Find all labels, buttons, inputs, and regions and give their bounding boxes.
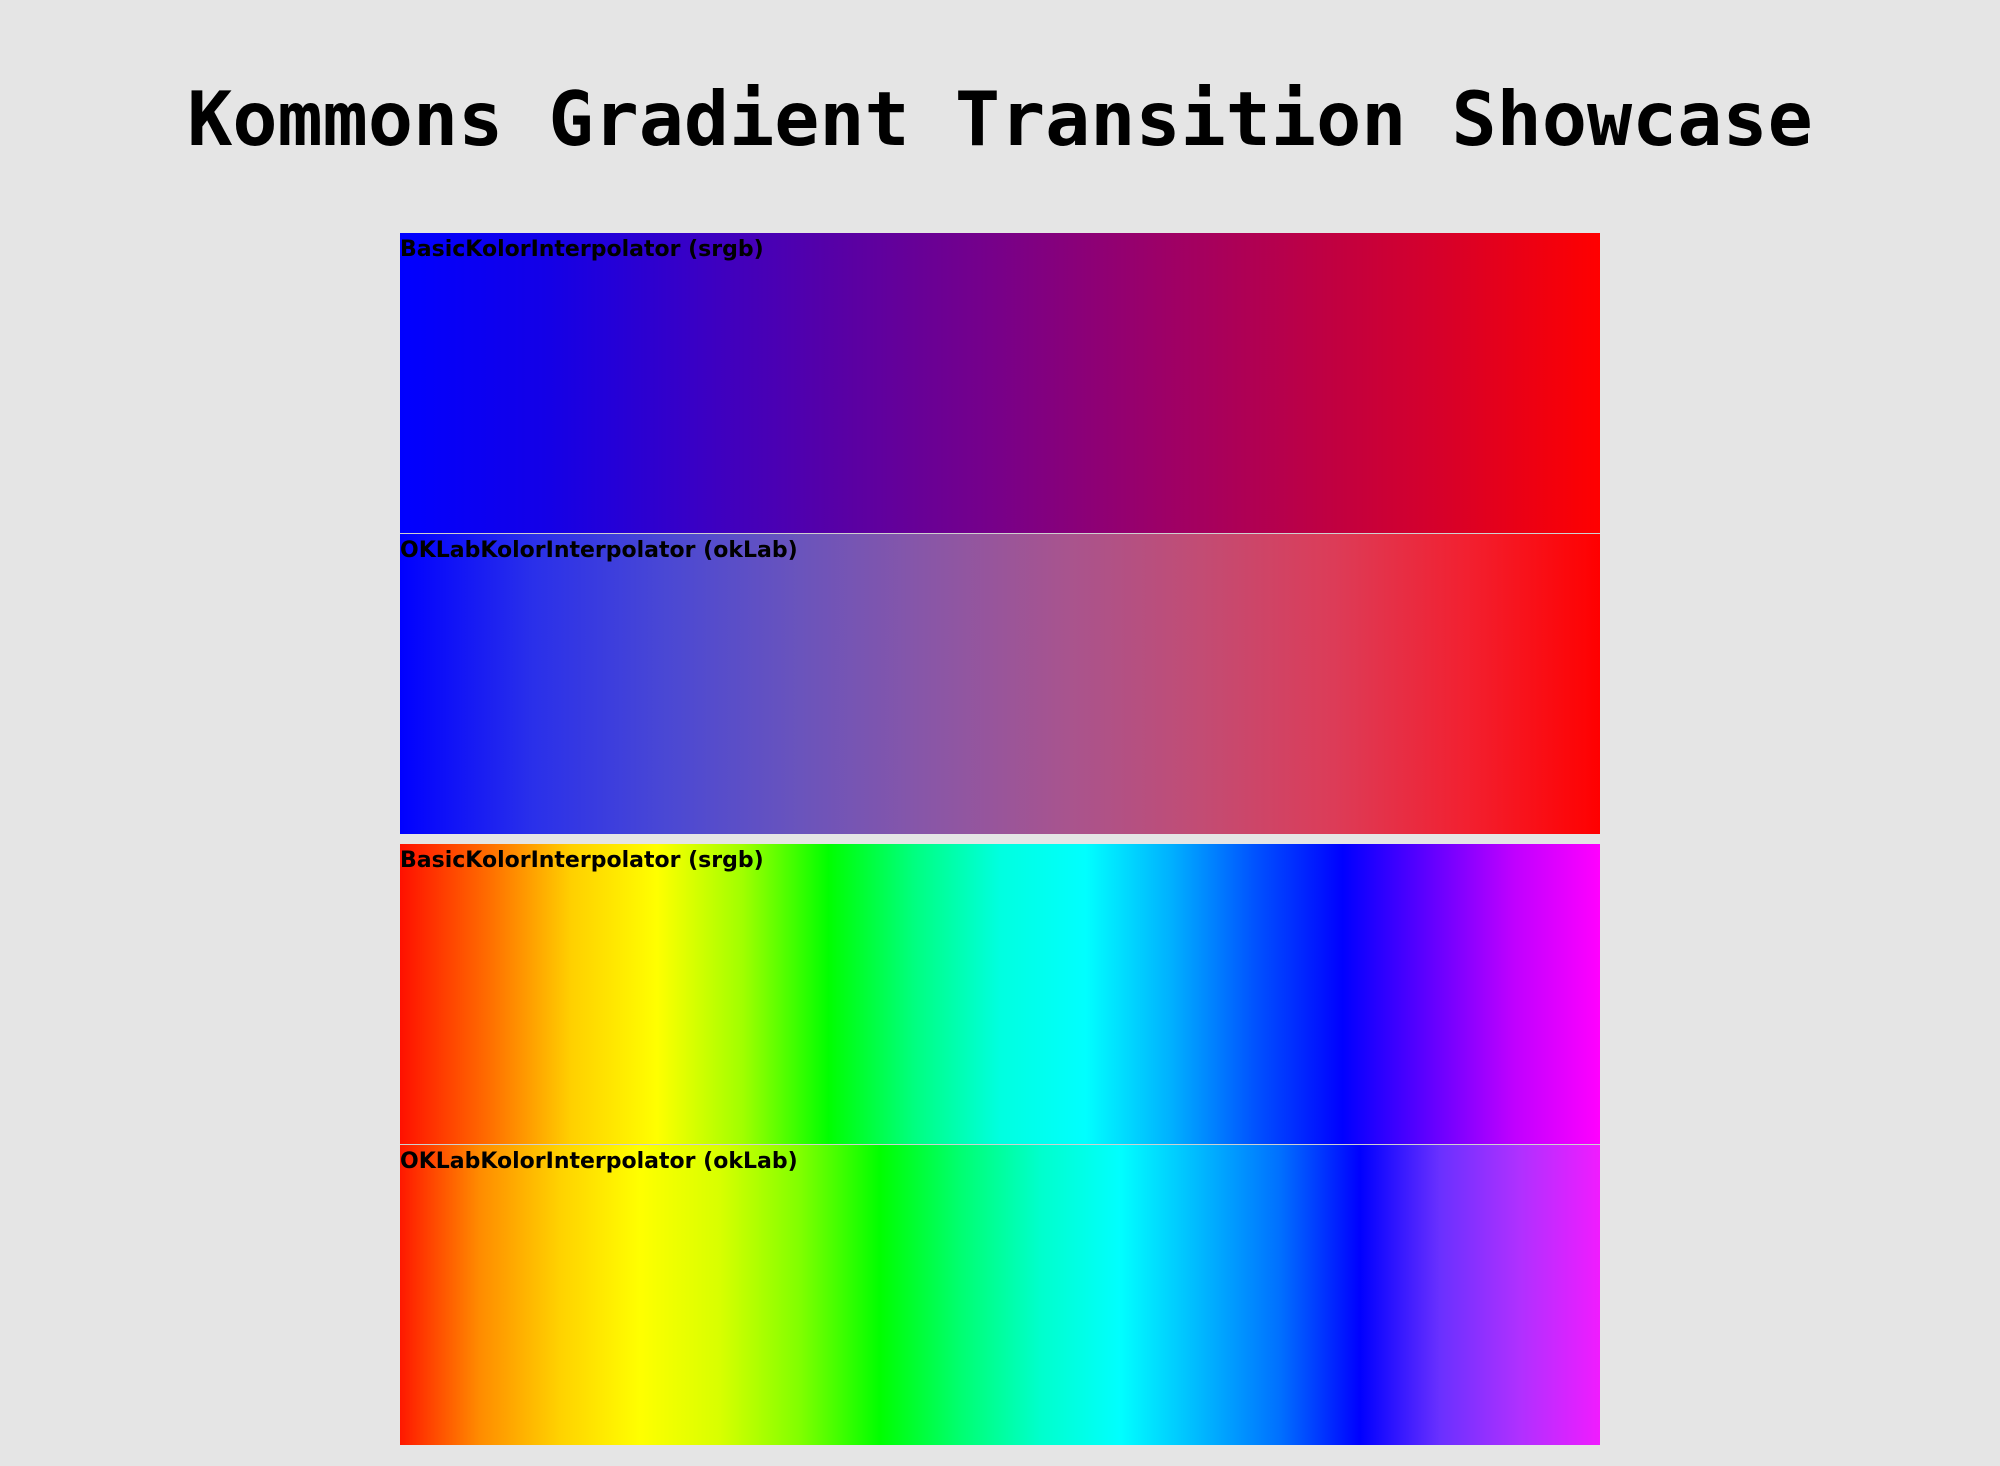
gradient-band-label: BasicKolorInterpolator (srgb) [400, 237, 764, 262]
gradient-band-label: OKLabKolorInterpolator (okLab) [400, 1149, 798, 1174]
gradient-band-label: OKLabKolorInterpolator (okLab) [400, 538, 798, 563]
gradient-band-label: BasicKolorInterpolator (srgb) [400, 848, 764, 873]
gradient-band-srgb: BasicKolorInterpolator (srgb) [400, 233, 1600, 533]
page-title: Kommons Gradient Transition Showcase [187, 75, 1813, 163]
gradient-group-blue-red: BasicKolorInterpolator (srgb) OKLabKolor… [400, 233, 1600, 834]
gradient-group-rainbow: BasicKolorInterpolator (srgb) OKLabKolor… [400, 844, 1600, 1445]
gradient-band-oklab: OKLabKolorInterpolator (okLab) [400, 1144, 1600, 1445]
gradient-band-oklab: OKLabKolorInterpolator (okLab) [400, 533, 1600, 834]
gradient-band-srgb: BasicKolorInterpolator (srgb) [400, 844, 1600, 1144]
